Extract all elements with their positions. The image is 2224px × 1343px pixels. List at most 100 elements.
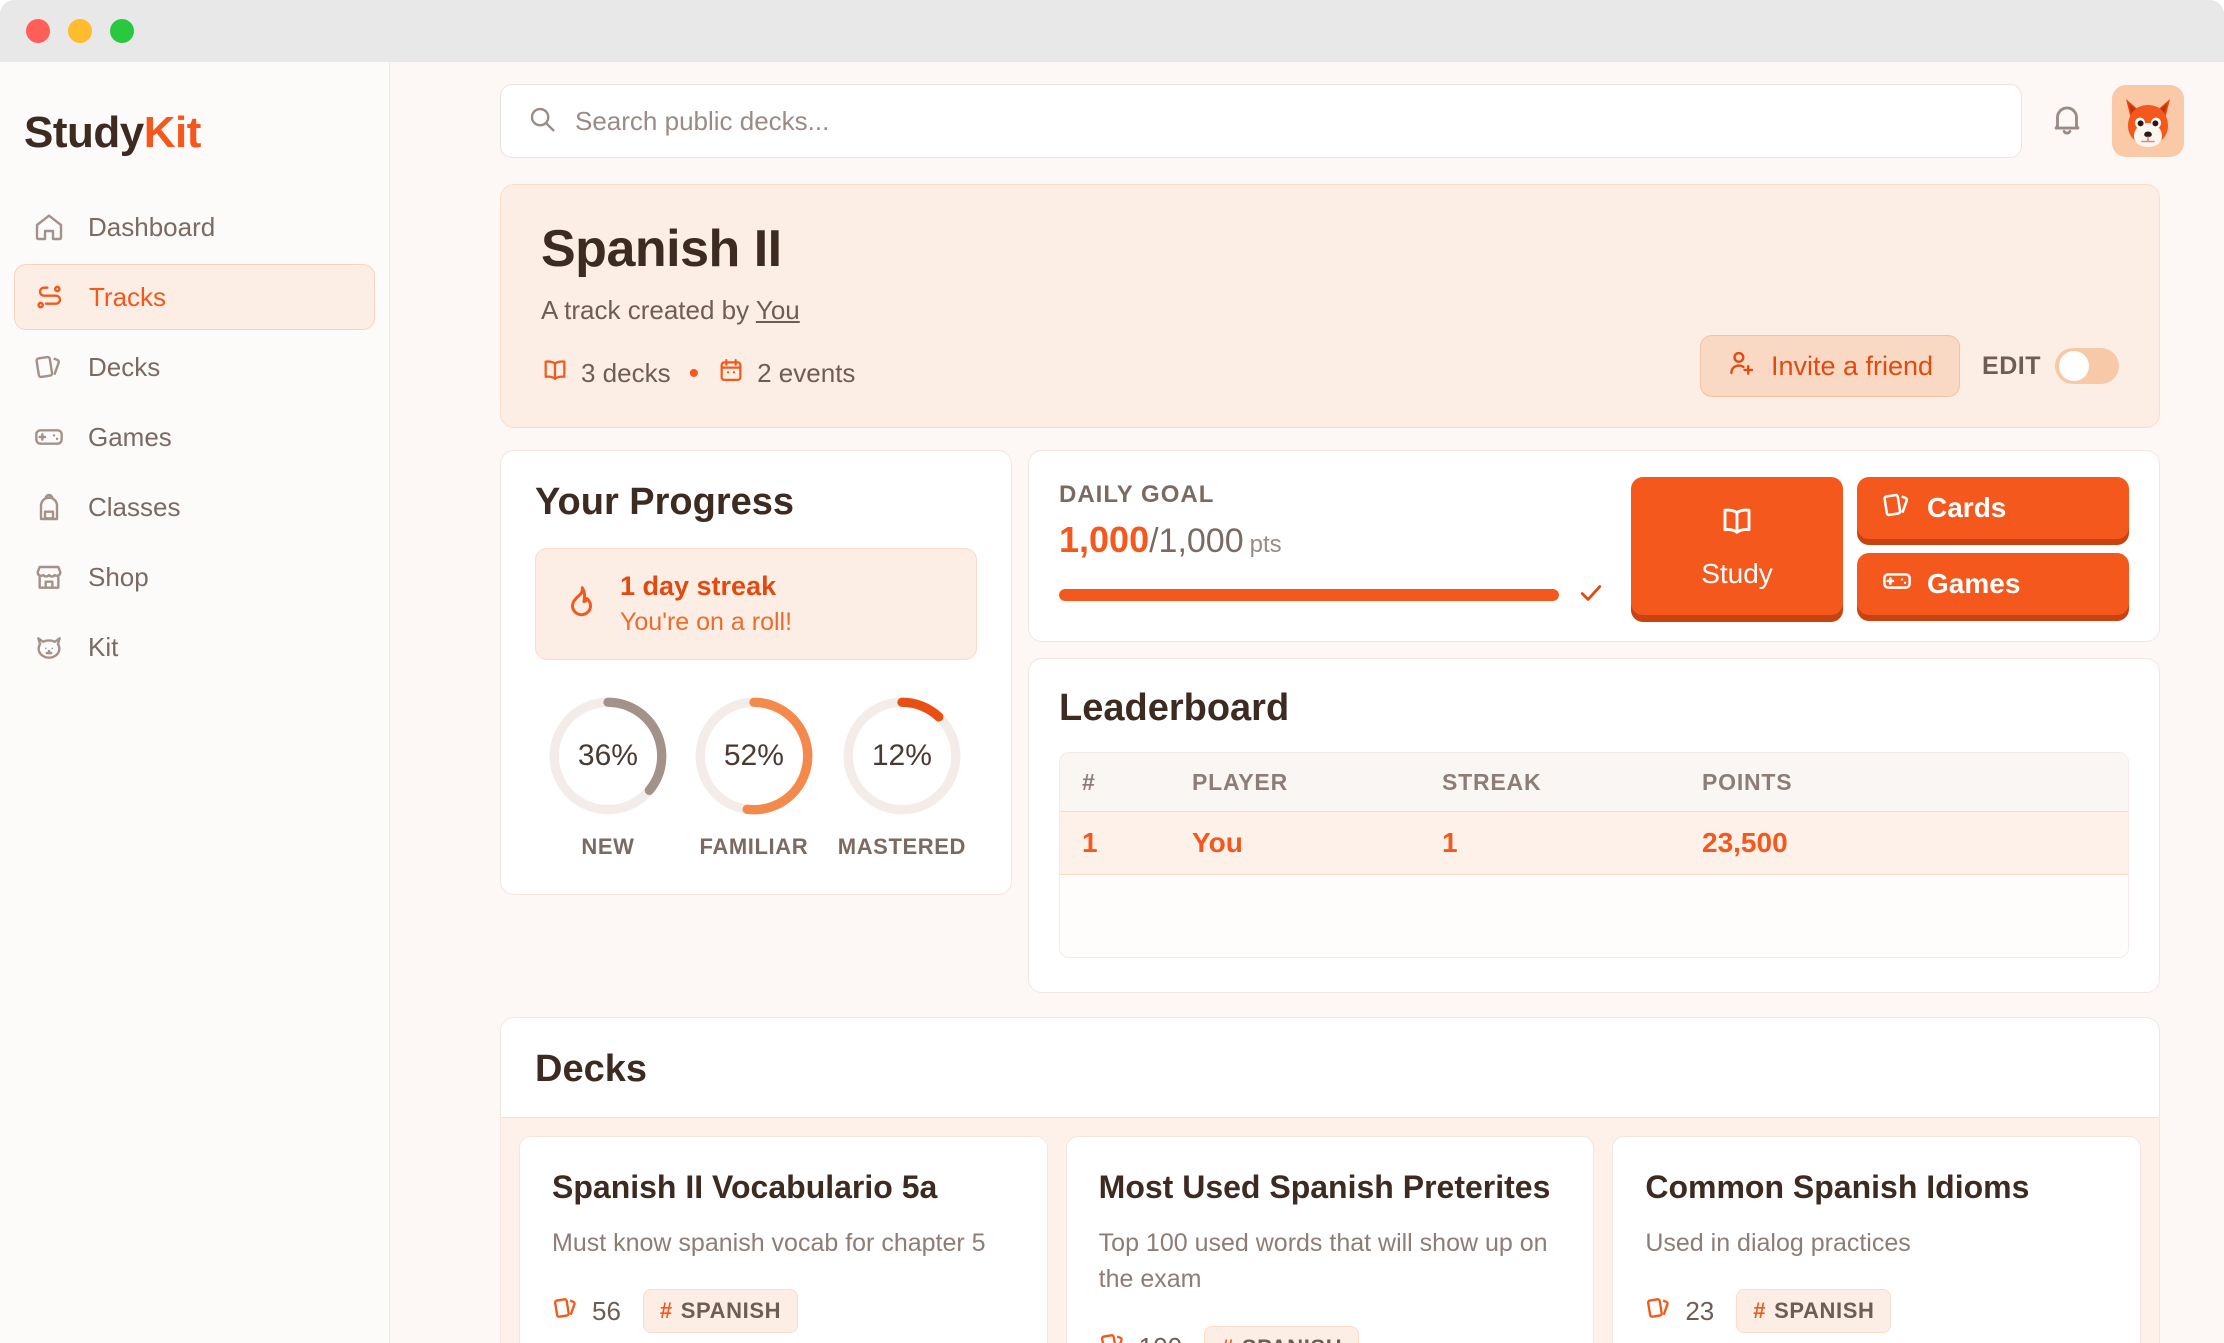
- deck-title: Common Spanish Idioms: [1645, 1169, 2030, 1205]
- deck-card-count: 56: [552, 1294, 621, 1329]
- dashboard-row: Your Progress 1 day streak You're on a r…: [500, 450, 2160, 993]
- invite-a-friend-button[interactable]: Invite a friend: [1699, 335, 1961, 397]
- cards-button[interactable]: Cards: [1857, 477, 2129, 539]
- progress-ring-mastered: 12% MASTERED: [838, 694, 966, 860]
- sidebar-item-tracks[interactable]: Tracks: [14, 264, 375, 330]
- daily-goal-title: DAILY GOAL: [1059, 480, 1215, 508]
- deck-card-count: 23: [1645, 1294, 1714, 1329]
- study-button[interactable]: Study: [1631, 477, 1843, 615]
- column-header-points: POINTS: [1702, 768, 1793, 795]
- deck-card[interactable]: Common Spanish Idioms Used in dialog pra…: [1612, 1136, 2142, 1343]
- track-decks-count: 3 decks: [541, 356, 671, 391]
- track-icon: [33, 280, 67, 314]
- cards-icon: [1645, 1294, 1673, 1329]
- page-title: Spanish II: [541, 220, 782, 278]
- daily-goal-progress-bar: [1059, 589, 1559, 601]
- bell-icon: [2048, 100, 2086, 143]
- deck-card[interactable]: Most Used Spanish Preterites Top 100 use…: [1065, 1136, 1595, 1343]
- hash-icon: #: [659, 1298, 673, 1324]
- deck-tag-label: SPANISH: [1242, 1335, 1342, 1343]
- hero-actions: Invite a friend EDIT: [1699, 335, 2119, 397]
- decks-panel: Decks Spanish II Vocabulario 5a Must kno…: [500, 1017, 2160, 1343]
- gamepad-icon: [32, 420, 66, 454]
- progress-ring-familiar: 52% FAMILIAR: [692, 694, 816, 860]
- sidebar-item-games[interactable]: Games: [14, 404, 375, 470]
- track-events-count: 2 events: [717, 356, 855, 391]
- book-open-icon: [1719, 503, 1755, 546]
- sidebar-item-label: Dashboard: [88, 211, 216, 242]
- track-author-link[interactable]: You: [756, 295, 800, 325]
- edit-toggle-switch[interactable]: [2055, 348, 2119, 384]
- sidebar-item-label: Games: [88, 421, 172, 452]
- sidebar-item-label: Shop: [88, 561, 149, 592]
- backpack-icon: [32, 490, 66, 524]
- window-minimize-button[interactable]: [68, 19, 92, 43]
- deck-footer: 100 # SPANISH: [1099, 1325, 1562, 1343]
- app-logo[interactable]: StudyKit: [0, 90, 389, 158]
- deck-title: Spanish II Vocabulario 5a: [552, 1169, 938, 1205]
- cell-player: You: [1192, 827, 1243, 858]
- window-maximize-button[interactable]: [110, 19, 134, 43]
- topbar: [390, 62, 2224, 158]
- progress-ring-label: MASTERED: [837, 834, 967, 859]
- home-icon: [32, 210, 66, 244]
- table-header-row: # PLAYER STREAK POINTS: [1060, 753, 2128, 811]
- sidebar-item-decks[interactable]: Decks: [14, 334, 375, 400]
- logo-text-kit: Kit: [143, 108, 202, 157]
- progress-ring-label: NEW: [581, 834, 635, 859]
- deck-tag[interactable]: # SPANISH: [1736, 1289, 1892, 1334]
- sidebar-item-kit[interactable]: Kit: [14, 614, 375, 680]
- table-empty-area: [1060, 875, 2128, 957]
- main-content: Spanish II A track created by You 3 deck…: [390, 62, 2224, 1343]
- column-header-streak: STREAK: [1442, 768, 1542, 795]
- column-header-player: PLAYER: [1192, 768, 1288, 795]
- sidebar-item-label: Classes: [88, 491, 181, 522]
- track-hero-card: Spanish II A track created by You 3 deck…: [500, 184, 2160, 428]
- app-window: StudyKit Dashboard Tracks Decks Games Cl…: [0, 0, 2224, 1343]
- gamepad-icon: [1881, 565, 1913, 604]
- notifications-button[interactable]: [2044, 98, 2090, 144]
- fox-avatar-icon: [2112, 85, 2184, 157]
- leaderboard-card: Leaderboard # PLAYER STREAK POINTS 1 You…: [1028, 658, 2160, 993]
- track-decks-count-label: 3 decks: [581, 358, 671, 388]
- search-bar[interactable]: [500, 84, 2022, 158]
- progress-ring-label: FAMILIAR: [699, 834, 809, 859]
- daily-goal-numbers: 1,000/1,000 pts: [1059, 519, 1605, 561]
- deck-description: Used in dialog practices: [1645, 1229, 1911, 1257]
- deck-tag-label: SPANISH: [1774, 1298, 1875, 1324]
- study-button-label: Study: [1701, 557, 1773, 589]
- deck-card-count: 100: [1099, 1330, 1182, 1343]
- edit-toggle-group[interactable]: EDIT: [1982, 348, 2119, 384]
- right-column: DAILY GOAL 1,000/1,000 pts Study Cards G…: [1028, 450, 2160, 993]
- leaderboard-table: # PLAYER STREAK POINTS 1 You 1 23,500: [1059, 752, 2129, 958]
- sidebar-nav: Dashboard Tracks Decks Games Classes Sho…: [0, 194, 389, 680]
- cat-icon: [32, 630, 66, 664]
- cell-rank: 1: [1082, 827, 1098, 858]
- sidebar-item-shop[interactable]: Shop: [14, 544, 375, 610]
- deck-card-count-value: 56: [592, 1295, 621, 1326]
- table-row[interactable]: 1 You 1 23,500: [1060, 811, 2128, 875]
- avatar[interactable]: [2112, 85, 2184, 157]
- streak-title: 1 day streak: [620, 571, 777, 601]
- column-header-rank: #: [1082, 768, 1096, 795]
- streak-subtitle: You're on a roll!: [620, 608, 793, 636]
- sidebar-item-label: Tracks: [89, 281, 167, 312]
- store-icon: [32, 560, 66, 594]
- deck-title: Most Used Spanish Preterites: [1098, 1169, 1551, 1205]
- decks-section-title: Decks: [535, 1048, 647, 1090]
- deck-tag[interactable]: # SPANISH: [642, 1289, 799, 1334]
- flame-icon: [562, 584, 598, 625]
- deck-tag[interactable]: # SPANISH: [1204, 1325, 1360, 1343]
- daily-goal-info: DAILY GOAL 1,000/1,000 pts: [1059, 481, 1605, 612]
- hash-icon: #: [1753, 1298, 1767, 1324]
- search-icon: [527, 104, 557, 139]
- book-icon: [541, 356, 569, 391]
- progress-card-title: Your Progress: [535, 481, 795, 523]
- deck-card[interactable]: Spanish II Vocabulario 5a Must know span…: [519, 1136, 1048, 1343]
- search-input[interactable]: [575, 105, 1995, 137]
- sidebar-item-dashboard[interactable]: Dashboard: [14, 194, 375, 260]
- window-close-button[interactable]: [26, 19, 50, 43]
- decks-list: Spanish II Vocabulario 5a Must know span…: [501, 1117, 2159, 1343]
- games-button[interactable]: Games: [1857, 553, 2129, 615]
- sidebar-item-classes[interactable]: Classes: [14, 474, 375, 540]
